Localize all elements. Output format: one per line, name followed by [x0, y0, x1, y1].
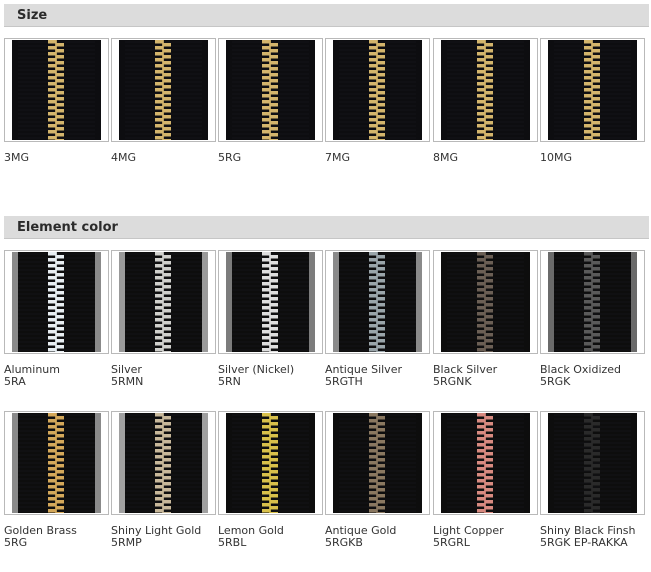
zipper-graphic [333, 40, 422, 140]
color-code: 5RMN [111, 375, 144, 388]
size-label: 5RG [218, 151, 242, 164]
color-code: 5RBL [218, 536, 247, 549]
size-label: 7MG [325, 151, 351, 164]
zipper-catalog-page: Size 3MG 4MG 5RG 7MG 8MG 10MG Element co… [0, 0, 651, 572]
zipper-swatch[interactable] [540, 411, 645, 515]
color-code: 5RA [4, 375, 26, 388]
zipper-swatch[interactable] [433, 38, 538, 142]
zipper-swatch[interactable] [433, 250, 538, 354]
zipper-graphic [119, 252, 208, 352]
zipper-graphic [12, 40, 101, 140]
zipper-graphic [119, 40, 208, 140]
zipper-swatch[interactable] [111, 38, 216, 142]
zipper-swatch[interactable] [325, 38, 430, 142]
zipper-swatch[interactable] [4, 250, 109, 354]
color-code: 5RMP [111, 536, 142, 549]
color-code: 5RGK [540, 375, 571, 388]
zipper-graphic [226, 40, 315, 140]
zipper-graphic [12, 252, 101, 352]
zipper-swatch[interactable] [325, 411, 430, 515]
color-code: 5RGK EP-RAKKA [540, 536, 628, 549]
zipper-swatch[interactable] [4, 411, 109, 515]
zipper-swatch[interactable] [4, 38, 109, 142]
zipper-graphic [226, 252, 315, 352]
zipper-swatch[interactable] [218, 250, 323, 354]
section-header-size: Size [4, 4, 649, 27]
size-label: 3MG [4, 151, 30, 164]
color-code: 5RGNK [433, 375, 472, 388]
zipper-swatch[interactable] [540, 38, 645, 142]
zipper-graphic [441, 40, 530, 140]
zipper-graphic [333, 413, 422, 513]
zipper-graphic [441, 413, 530, 513]
zipper-swatch[interactable] [218, 38, 323, 142]
zipper-graphic [12, 413, 101, 513]
size-label: 8MG [433, 151, 459, 164]
zipper-graphic [119, 413, 208, 513]
zipper-swatch[interactable] [111, 411, 216, 515]
zipper-swatch[interactable] [433, 411, 538, 515]
zipper-graphic [548, 413, 637, 513]
zipper-graphic [548, 40, 637, 140]
zipper-swatch[interactable] [111, 250, 216, 354]
size-label: 4MG [111, 151, 137, 164]
color-code: 5RG [4, 536, 28, 549]
zipper-graphic [548, 252, 637, 352]
zipper-swatch[interactable] [540, 250, 645, 354]
zipper-swatch[interactable] [218, 411, 323, 515]
zipper-graphic [441, 252, 530, 352]
zipper-graphic [226, 413, 315, 513]
color-code: 5RN [218, 375, 241, 388]
section-header-element-color: Element color [4, 216, 649, 239]
zipper-graphic [333, 252, 422, 352]
color-code: 5RGRL [433, 536, 470, 549]
zipper-swatch[interactable] [325, 250, 430, 354]
color-code: 5RGTH [325, 375, 363, 388]
size-label: 10MG [540, 151, 573, 164]
color-code: 5RGKB [325, 536, 363, 549]
